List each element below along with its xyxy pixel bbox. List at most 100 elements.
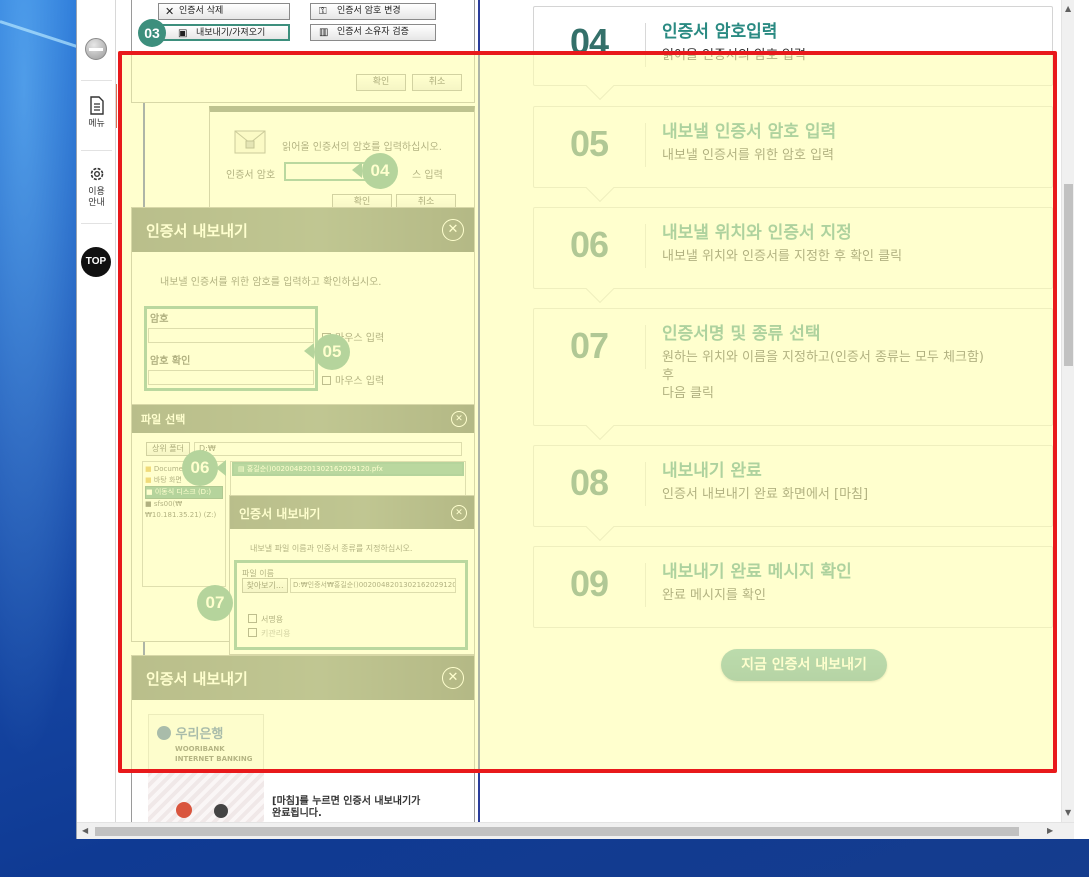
- close-icon: ✕: [442, 667, 464, 689]
- top-cancel-button: 취소: [412, 74, 462, 91]
- step-card-06: 06 내보낼 위치와 인증서 지정 내보낼 위치와 인증서를 지정한 후 확인 …: [533, 207, 1053, 304]
- export-confirm-label: 암호 확인: [150, 356, 191, 367]
- name-dialog-message: 내보낼 파일 이름과 인증서 종류를 지정하십시오.: [250, 544, 413, 553]
- step-description-line-2: 후: [662, 368, 674, 383]
- step-number: 04: [570, 21, 609, 62]
- step-connector: [585, 274, 615, 304]
- path-field: D:₩: [194, 442, 462, 456]
- network-drive-icon: ■: [145, 500, 152, 508]
- sidebar-menu-label: 메뉴: [88, 119, 105, 129]
- file-path-field: D:₩인증서₩홍길순()0020048201302162029120.pfx: [290, 578, 456, 593]
- step-separator: [645, 123, 646, 167]
- step-connector: [585, 411, 615, 441]
- step-title: 인증서 암호입력: [662, 22, 778, 42]
- shot-divider: [146, 53, 460, 54]
- checkbox-icon: [248, 628, 257, 637]
- step-separator: [645, 325, 646, 369]
- illustration-shape: [176, 802, 192, 818]
- step-title: 내보내기 완료: [662, 461, 762, 481]
- delete-cert-label: 인증서 삭제: [179, 6, 224, 16]
- folder-icon: ■: [145, 465, 152, 473]
- quick-sidebar: 메뉴 이용 안내 TOP: [77, 0, 116, 822]
- step-description: 내보낼 인증서를 위한 암호 입력: [662, 148, 835, 163]
- file-icon: ▤: [238, 465, 245, 473]
- done-message-line-2: 완료됩니다.: [272, 808, 322, 819]
- illustration-shape: [214, 804, 228, 818]
- column-border-right: [478, 0, 480, 822]
- delete-cert-button: ✕ 인증서 삭제: [158, 3, 290, 20]
- file-list-item: ▤ 홍길순()0020048201302162029120.pfx: [232, 462, 464, 476]
- bank-name: 우리은행: [175, 727, 224, 742]
- export-now-button[interactable]: 지금 인증서 내보내기: [721, 649, 887, 681]
- step-title: 내보내기 완료 메시지 확인: [662, 562, 852, 582]
- barcode-icon: ▥: [319, 27, 329, 38]
- password-suffix: 스 입력: [412, 170, 443, 181]
- complete-dialog-header: 인증서 내보내기 ✕: [132, 656, 474, 700]
- step-separator: [645, 23, 646, 67]
- key-cert-option: 키관리용: [248, 628, 290, 639]
- step-connector: [585, 71, 615, 101]
- step-title: 내보낼 위치와 인증서 지정: [662, 223, 852, 243]
- horizontal-scroll-thumb[interactable]: [95, 827, 1019, 836]
- scroll-down-arrow-icon[interactable]: ▼: [1065, 808, 1071, 817]
- step-title: 인증서명 및 종류 선택: [662, 324, 821, 344]
- file-dialog-title: 파일 선택: [141, 413, 186, 426]
- bank-logo: 우리은행: [157, 723, 223, 742]
- mouse-input-option-2: 마우스 입력: [322, 372, 384, 387]
- sidebar-divider: [81, 80, 112, 81]
- step-number: 09: [570, 563, 609, 604]
- close-icon: ✕: [442, 219, 464, 241]
- password-label: 인증서 암호: [226, 170, 276, 181]
- up-folder-button: 상위 폴더: [146, 442, 190, 456]
- password-dialog-shot: 읽어올 인증서의 암호를 입력하십시오. 인증서 암호 스 입력 확인 취소 0…: [209, 106, 475, 212]
- step-description-line-3: 다음 클릭: [662, 386, 714, 401]
- sign-cert-option: 서명용: [248, 614, 283, 625]
- tree-item: ■ 이동식 디스크 (D:): [145, 486, 223, 499]
- export-password-label: 암호: [150, 314, 169, 325]
- step-card-09: 09 내보내기 완료 메시지 확인 완료 메시지를 확인: [533, 546, 1053, 628]
- bank-english-name: WOORIBANK: [175, 745, 225, 753]
- step-title: 내보낼 인증서 암호 입력: [662, 122, 837, 142]
- gear-icon: [90, 167, 103, 181]
- document-icon: [89, 96, 104, 115]
- step-number: 06: [570, 224, 609, 265]
- step-connector: [585, 173, 615, 203]
- x-icon: ✕: [165, 5, 175, 18]
- key-icon: ⚿: [319, 6, 327, 17]
- export-complete-dialog-shot: 인증서 내보내기 ✕ 우리은행 WOORIBANK INTERNET BANKI…: [131, 655, 475, 822]
- file-list: ▤ 홍길순()0020048201302162029120.pfx: [230, 461, 466, 497]
- step-card-07: 07 인증서명 및 종류 선택 원하는 위치와 이름을 지정하고(인증서 종류는…: [533, 308, 1053, 441]
- vertical-scrollbar[interactable]: ▲ ▼: [1061, 0, 1074, 822]
- export-import-label: 내보내기/가져오기: [196, 28, 266, 38]
- bank-logo-icon: [157, 726, 171, 740]
- vertical-scroll-thumb[interactable]: [1064, 184, 1073, 366]
- sidebar-item-guide[interactable]: 이용 안내: [77, 165, 116, 209]
- scroll-left-arrow-icon[interactable]: ◀: [82, 826, 88, 835]
- step-description: 읽어올 인증서의 암호 입력: [662, 48, 806, 63]
- top-ok-button: 확인: [356, 74, 406, 91]
- scroll-top-button[interactable]: TOP: [81, 247, 111, 277]
- step-separator: [645, 224, 646, 268]
- browser-window: 메뉴 이용 안내 TOP ✕ 인증서 삭제 ⚿ 인증서 암호 변경 ▣ 내보내기…: [76, 0, 1089, 839]
- cert-manager-shot: ✕ 인증서 삭제 ⚿ 인증서 암호 변경 ▣ 내보내기/가져오기 ▥ 인증서 소…: [131, 0, 475, 103]
- export-icon: ▣: [178, 28, 188, 39]
- export-dialog-title: 인증서 내보내기: [146, 222, 248, 240]
- folder-icon: ■: [145, 476, 152, 484]
- step-separator: [645, 462, 646, 506]
- sidebar-divider: [81, 150, 112, 151]
- drive-icon: ■: [146, 488, 153, 496]
- guide-content: ✕ 인증서 삭제 ⚿ 인증서 암호 변경 ▣ 내보내기/가져오기 ▥ 인증서 소…: [117, 0, 1061, 822]
- step-card-05: 05 내보낼 인증서 암호 입력 내보낼 인증서를 위한 암호 입력: [533, 106, 1053, 203]
- scroll-right-arrow-icon[interactable]: ▶: [1047, 826, 1053, 835]
- step-number: 08: [570, 462, 609, 503]
- step-card-04: 04 인증서 암호입력 읽어올 인증서의 암호 입력: [533, 6, 1053, 101]
- sidebar-item-menu[interactable]: 메뉴: [77, 96, 116, 130]
- horizontal-scrollbar[interactable]: ◀ ▶: [77, 822, 1074, 839]
- step-number: 07: [570, 325, 609, 366]
- checkbox-icon: [248, 614, 257, 623]
- cert-password-change-label: 인증서 암호 변경: [337, 6, 401, 16]
- step-number: 05: [570, 123, 609, 164]
- close-icon: ✕: [451, 411, 467, 427]
- scroll-up-arrow-icon[interactable]: ▲: [1065, 4, 1071, 13]
- logo-circle-icon[interactable]: [85, 38, 107, 60]
